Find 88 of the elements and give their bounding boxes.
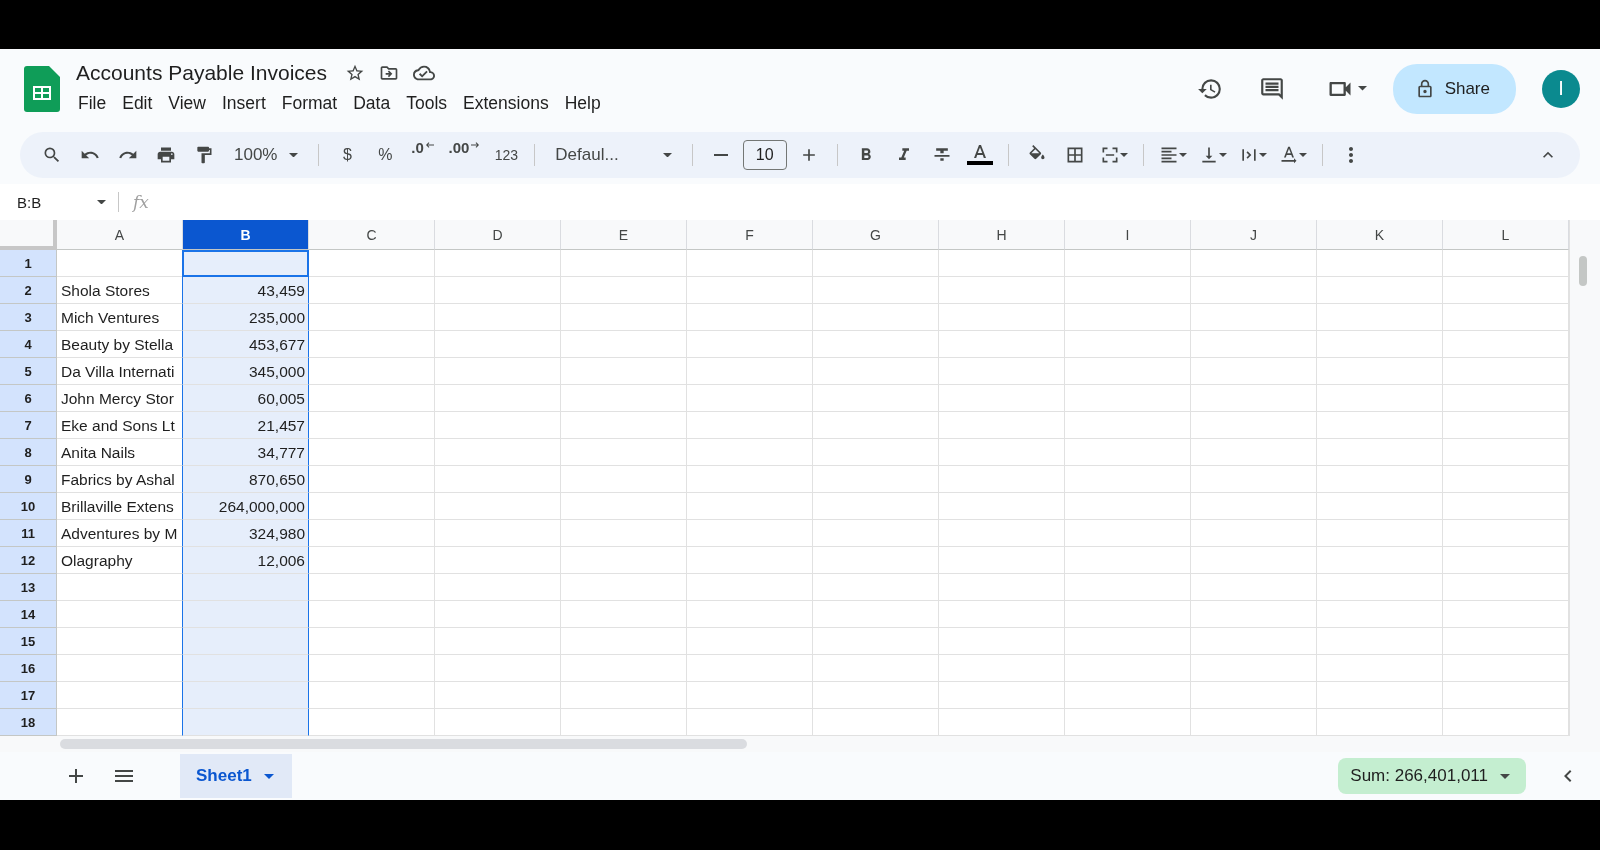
column-header[interactable]: B: [183, 220, 309, 250]
menu-item[interactable]: Data: [345, 91, 399, 116]
comment-icon: [1258, 75, 1285, 102]
row-header[interactable]: 6: [0, 385, 57, 412]
menu-item[interactable]: View: [160, 91, 214, 116]
menu-item[interactable]: Insert: [214, 91, 274, 116]
table-cell: 21,457: [182, 412, 309, 439]
caret-icon: [1500, 773, 1510, 779]
column-header[interactable]: J: [1191, 220, 1317, 250]
caret-icon: [1357, 86, 1367, 91]
text-color-icon: [966, 144, 993, 166]
folder-icon[interactable]: [379, 63, 399, 83]
account-avatar[interactable]: I: [1542, 69, 1580, 108]
row-header[interactable]: 17: [0, 682, 57, 709]
menu-item[interactable]: Edit: [114, 91, 161, 116]
row-header[interactable]: 8: [0, 439, 57, 466]
share-button[interactable]: Share: [1392, 63, 1516, 114]
table-cell: 235,000: [182, 304, 309, 331]
table-cell: 324,980: [182, 520, 309, 547]
sheets-logo[interactable]: [24, 65, 60, 112]
caret-icon: [1178, 153, 1187, 157]
caret-icon: [1119, 153, 1128, 157]
menu-item[interactable]: Format: [273, 91, 346, 116]
row-header[interactable]: 15: [0, 628, 57, 655]
row-header[interactable]: 3: [0, 304, 57, 331]
number-format-button[interactable]: 123: [490, 139, 523, 171]
column-header[interactable]: L: [1443, 220, 1569, 250]
table-cell: 43,459: [182, 277, 309, 304]
table-cell: 870,650: [182, 466, 309, 493]
caret-icon: [662, 152, 672, 158]
horizontal-scrollbar-thumb[interactable]: [60, 739, 747, 749]
caret-icon: [1218, 153, 1227, 157]
table-cell: 60,005: [182, 385, 309, 412]
more-icon: [1348, 147, 1353, 163]
column-header[interactable]: C: [309, 220, 435, 250]
caret-icon: [289, 152, 299, 158]
vertical-scrollbar[interactable]: [1569, 220, 1600, 736]
decrease-decimal-button[interactable]: .0: [407, 139, 440, 171]
row-header[interactable]: 5: [0, 358, 57, 385]
minus-icon: [713, 154, 728, 156]
font-size-field[interactable]: 10: [742, 140, 787, 170]
row-header[interactable]: 12: [0, 547, 57, 574]
zoom-dropdown[interactable]: 100%: [226, 139, 307, 171]
table-cell: 12,006: [182, 547, 309, 574]
row-header[interactable]: 4: [0, 331, 57, 358]
star-icon[interactable]: [345, 63, 365, 83]
name-box[interactable]: B:B: [0, 193, 118, 211]
formula-label: fx: [133, 192, 149, 212]
row-header[interactable]: 1: [0, 250, 57, 277]
caret-icon: [1298, 153, 1307, 157]
table-cell: 453,677: [182, 331, 309, 358]
document-title[interactable]: Accounts Payable Invoices: [76, 61, 327, 85]
menu-item[interactable]: File: [70, 91, 115, 116]
column-header[interactable]: G: [813, 220, 939, 250]
row-header[interactable]: 14: [0, 601, 57, 628]
column-header[interactable]: I: [1065, 220, 1191, 250]
row-header[interactable]: 18: [0, 709, 57, 736]
row-header[interactable]: 16: [0, 655, 57, 682]
sum-dropdown[interactable]: Sum: 266,401,011: [1338, 758, 1526, 794]
menu-item[interactable]: Extensions: [455, 91, 557, 116]
caret-icon: [97, 199, 106, 205]
table-cell: 34,777: [182, 439, 309, 466]
caret-icon: [263, 773, 274, 779]
font-dropdown[interactable]: Defaul...: [547, 139, 680, 171]
paint-roller-icon: [194, 145, 214, 165]
column-header[interactable]: F: [687, 220, 813, 250]
row-header[interactable]: 9: [0, 466, 57, 493]
caret-icon: [1258, 153, 1267, 157]
row-header[interactable]: 7: [0, 412, 57, 439]
format-button[interactable]: %: [369, 139, 402, 171]
row-header[interactable]: 10: [0, 493, 57, 520]
column-header[interactable]: E: [561, 220, 687, 250]
row-header[interactable]: 2: [0, 277, 57, 304]
menu-item[interactable]: Help: [556, 91, 609, 116]
column-header[interactable]: D: [435, 220, 561, 250]
column-header[interactable]: A: [57, 220, 183, 250]
printer-icon: [156, 145, 176, 165]
sheet-tab[interactable]: Sheet1: [180, 754, 292, 798]
menu-item[interactable]: Tools: [398, 91, 456, 116]
column-header[interactable]: H: [939, 220, 1065, 250]
search-icon: [42, 145, 62, 165]
increase-decimal-button[interactable]: .00: [445, 139, 485, 171]
row-header[interactable]: 11: [0, 520, 57, 547]
row-header[interactable]: 13: [0, 574, 57, 601]
format-button[interactable]: $: [331, 139, 364, 171]
table-cell: 345,000: [182, 358, 309, 385]
table-cell: 264,000,000: [182, 493, 309, 520]
column-header[interactable]: K: [1317, 220, 1443, 250]
